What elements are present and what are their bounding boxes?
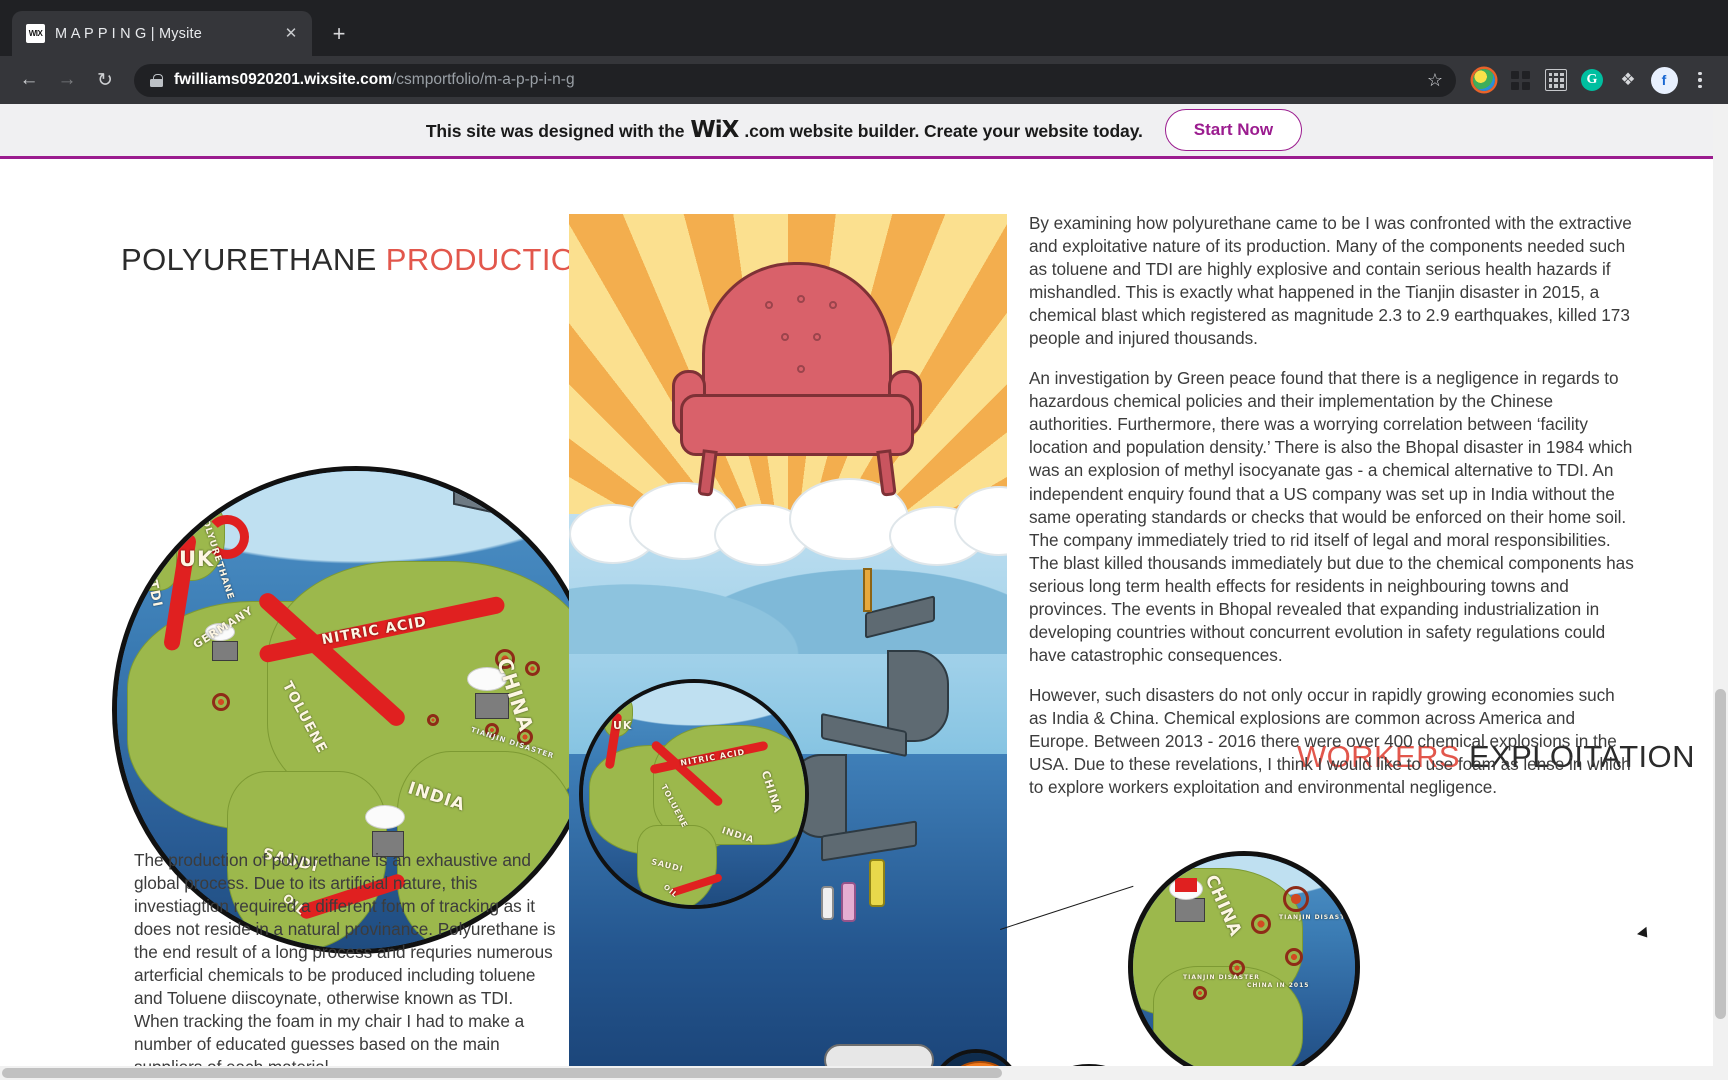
address-bar[interactable]: fwilliams0920201.wixsite.com/csmportfoli…: [134, 63, 1456, 97]
grammarly-extension-icon[interactable]: G: [1576, 64, 1608, 96]
map-label-china-in-2015: CHINA IN 2015: [1247, 982, 1310, 989]
wix-favicon-icon: WIX: [26, 24, 45, 43]
factory-china-lens: [1175, 898, 1205, 922]
paragraph-3: However, such disasters do not only occu…: [1029, 684, 1631, 798]
forward-icon[interactable]: →: [50, 63, 84, 97]
barrel-pink: [841, 882, 856, 922]
hotspot-w5: [1193, 986, 1207, 1000]
profile-avatar[interactable]: f: [1648, 64, 1680, 96]
browser-toolbar: ← → ↻ fwilliams0920201.wixsite.com/csmpo…: [0, 56, 1728, 104]
wix-banner-text-before: This site was designed with the: [425, 121, 685, 141]
map-label-tianjin-2: TIANJIN DISASTER: [1183, 974, 1260, 981]
hotspot-w3: [1285, 948, 1303, 966]
reload-icon[interactable]: ↻: [88, 63, 122, 97]
page-viewport: This site was designed with the WiX .com…: [0, 104, 1728, 1080]
page-content: POLYURETHANE PRODUCTION WORKERS EXPLOITA…: [0, 159, 1728, 1080]
wix-promo-banner: This site was designed with the WiX .com…: [0, 104, 1728, 159]
connector-poster-to-workers-lens: [1000, 885, 1134, 930]
grid4-extension-icon[interactable]: [1504, 64, 1536, 96]
smoke-uk: [177, 476, 199, 491]
wix-banner-text: This site was designed with the WiX .com…: [426, 117, 1143, 143]
left-text-column: The production of polyurethane is an exh…: [134, 849, 559, 1080]
chair-back: [702, 262, 892, 412]
paragraph-2: An investigation by Green peace found th…: [1029, 368, 1634, 665]
browser-window: WIX M A P P I N G | Mysite ✕ + ← → ↻ fwi…: [0, 0, 1728, 1080]
grid9-extension-icon[interactable]: [1540, 64, 1572, 96]
url-path: /csmportfolio/m-a-p-p-i-n-g: [391, 71, 575, 88]
vertical-scrollbar[interactable]: [1713, 104, 1728, 1080]
url-text: fwilliams0920201.wixsite.com/csmportfoli…: [174, 71, 1409, 89]
extensions-puzzle-icon[interactable]: ❖: [1612, 64, 1644, 96]
url-domain: fwilliams0920201.wixsite.com: [174, 71, 392, 88]
globe-extension-icon[interactable]: [1468, 64, 1500, 96]
hotspot-5: [427, 714, 439, 726]
factory-germany: [212, 641, 238, 661]
chair-leg-right: [876, 449, 897, 497]
armchair-illustration: [672, 262, 922, 502]
lock-icon: [150, 73, 163, 87]
barrel-yellow: [869, 859, 885, 907]
page-title-production: POLYURETHANE PRODUCTION: [121, 242, 598, 278]
map-label-tianjin-workers: TIANJIN DISASTER: [1279, 914, 1356, 921]
horizontal-scrollbar-thumb[interactable]: [2, 1068, 1002, 1078]
flag-red: [1175, 878, 1197, 892]
crane-cable: [503, 471, 510, 481]
bookmark-star-icon[interactable]: ☆: [1420, 65, 1450, 95]
horizontal-scrollbar[interactable]: [0, 1066, 1713, 1080]
factory-uk: [183, 491, 209, 511]
map-label-uk-small: UK: [613, 719, 633, 732]
title-production-plain: POLYURETHANE: [121, 242, 377, 277]
vertical-scrollbar-thumb[interactable]: [1715, 689, 1726, 1019]
smoke-india: [365, 805, 405, 829]
start-now-button[interactable]: Start Now: [1164, 109, 1303, 151]
hotspot-tianjin: [1283, 886, 1309, 912]
chair-seat: [680, 394, 914, 456]
tab-title: M A P P I N G | Mysite: [55, 25, 203, 42]
wix-banner-text-after: .com website builder. Create your websit…: [744, 121, 1143, 141]
close-tab-icon[interactable]: ✕: [280, 23, 302, 45]
road-crane-post: [863, 568, 872, 612]
poster-illustration: UK NITRIC ACID TOLUENE CHINA INDIA SAUDI…: [569, 214, 1007, 1080]
paragraph-1: By examining how polyurethane came to be…: [1029, 213, 1632, 349]
map-lens-poster-small: UK NITRIC ACID TOLUENE CHINA INDIA SAUDI…: [579, 679, 809, 909]
barrel-white: [821, 886, 834, 920]
paragraph-production: The production of polyurethane is an exh…: [134, 850, 556, 1077]
map-lens-workers: CHINA TIANJIN DISASTER TIANJIN DISASTER …: [1128, 851, 1360, 1080]
chrome-menu-icon[interactable]: [1684, 64, 1716, 96]
wix-logo: WiX: [690, 117, 739, 143]
hotspot-w2: [1251, 914, 1271, 934]
title-production-accent: PRODUCTION: [385, 242, 599, 277]
crane-post: [557, 471, 566, 523]
tab-strip: WIX M A P P I N G | Mysite ✕ +: [0, 0, 1728, 56]
browser-tab[interactable]: WIX M A P P I N G | Mysite ✕: [12, 11, 312, 56]
right-text-column: By examining how polyurethane came to be…: [1029, 212, 1635, 799]
chair-leg-left: [697, 449, 718, 497]
back-icon[interactable]: ←: [12, 63, 46, 97]
new-tab-button[interactable]: +: [322, 17, 356, 51]
hotspot-6: [212, 693, 230, 711]
hotspot-2: [525, 661, 540, 676]
